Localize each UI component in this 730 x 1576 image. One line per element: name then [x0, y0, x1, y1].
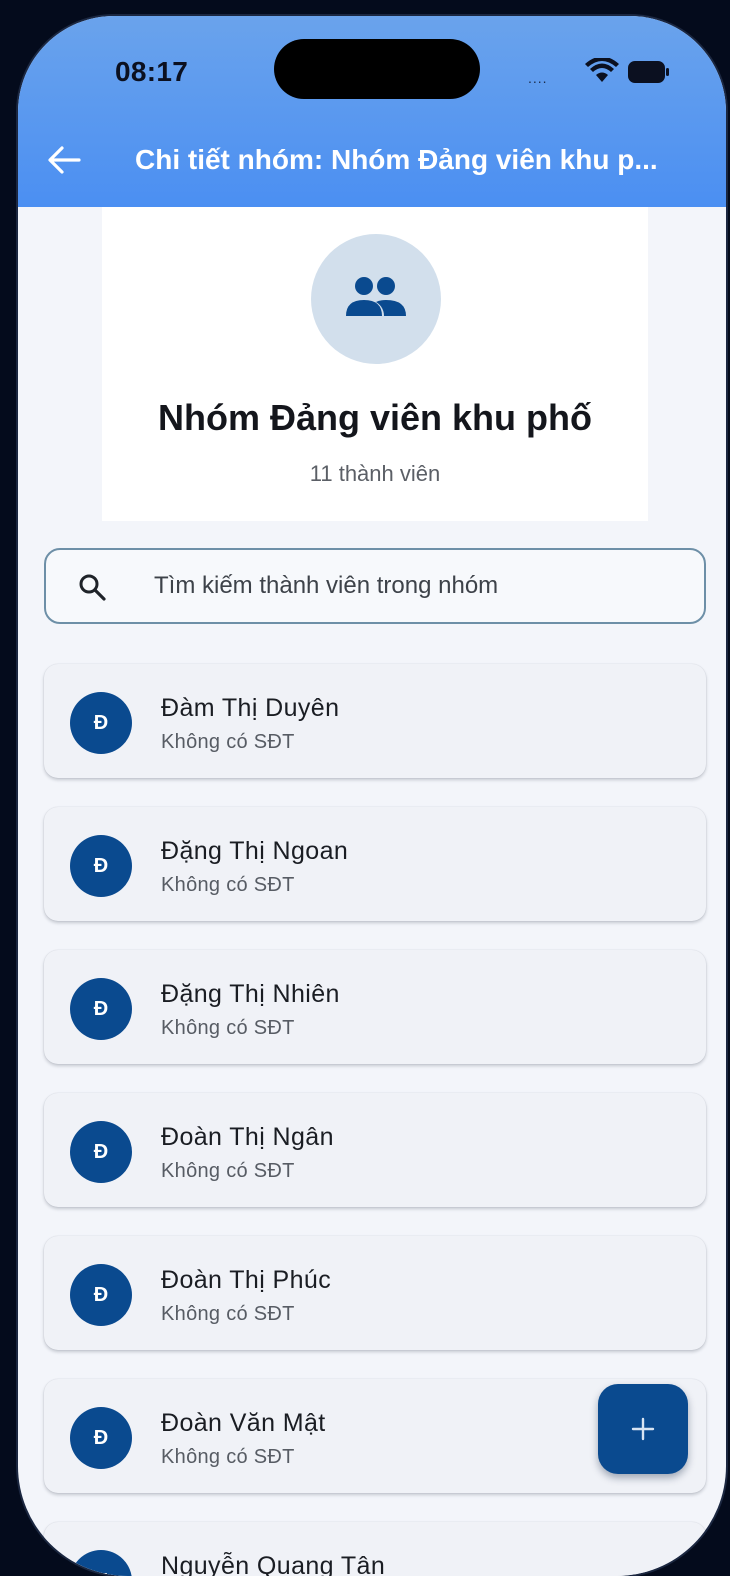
member-phone: Không có SĐT: [161, 874, 295, 896]
back-arrow-icon[interactable]: [46, 142, 82, 183]
plus-icon: [631, 1417, 655, 1441]
member-name: Đặng Thị Ngoan: [161, 837, 349, 865]
member-avatar: Đ: [70, 1264, 132, 1326]
member-name: Đặng Thị Nhiên: [161, 980, 340, 1008]
search-input[interactable]: [154, 550, 674, 622]
member-avatar: Đ: [70, 1407, 132, 1469]
member-card[interactable]: Đ Đoàn Thị Phúc Không có SĐT: [44, 1236, 706, 1350]
member-phone: Không có SĐT: [161, 1303, 295, 1325]
member-name: Đoàn Văn Mật: [161, 1409, 326, 1437]
status-time: 08:17: [115, 56, 189, 87]
member-avatar: Đ: [70, 692, 132, 754]
member-card[interactable]: Đ Đoàn Thị Ngân Không có SĐT: [44, 1093, 706, 1207]
member-avatar: Đ: [70, 1121, 132, 1183]
member-phone: Không có SĐT: [161, 731, 295, 753]
signal-icon: ....: [528, 70, 548, 86]
member-avatar: N: [70, 1550, 132, 1576]
member-card[interactable]: Đ Đặng Thị Ngoan Không có SĐT: [44, 807, 706, 921]
search-icon: [78, 573, 106, 606]
member-card[interactable]: N Nguyễn Quang Tân: [44, 1522, 706, 1576]
member-phone: Không có SĐT: [161, 1160, 295, 1182]
phone-screen: 08:17 .... Chi tiết nhóm: Nhóm Đảng viên…: [18, 16, 726, 1576]
status-icons: ....: [528, 56, 678, 86]
member-name: Đàm Thị Duyên: [161, 694, 340, 722]
group-name: Nhóm Đảng viên khu phố: [157, 397, 592, 438]
search-field[interactable]: [44, 548, 706, 624]
add-member-button[interactable]: [598, 1384, 688, 1474]
dynamic-island: [274, 39, 480, 99]
wifi-icon: [585, 56, 619, 89]
member-count: 11 thành viên: [309, 461, 441, 486]
group-header-card: Nhóm Đảng viên khu phố 11 thành viên: [102, 207, 648, 521]
member-name: Đoàn Thị Ngân: [161, 1123, 334, 1151]
member-avatar: Đ: [70, 835, 132, 897]
battery-icon: [628, 61, 670, 88]
member-card[interactable]: Đ Đàm Thị Duyên Không có SĐT: [44, 664, 706, 778]
member-avatar: Đ: [70, 978, 132, 1040]
member-card[interactable]: Đ Đặng Thị Nhiên Không có SĐT: [44, 950, 706, 1064]
member-name: Đoàn Thị Phúc: [161, 1266, 332, 1294]
page-title: Chi tiết nhóm: Nhóm Đảng viên khu p...: [135, 144, 658, 175]
group-icon: [346, 277, 406, 316]
group-avatar: [311, 234, 441, 364]
member-phone: Không có SĐT: [161, 1446, 295, 1468]
app-bar: 08:17 .... Chi tiết nhóm: Nhóm Đảng viên…: [18, 16, 726, 207]
member-phone: Không có SĐT: [161, 1017, 295, 1039]
member-name: Nguyễn Quang Tân: [161, 1552, 386, 1576]
